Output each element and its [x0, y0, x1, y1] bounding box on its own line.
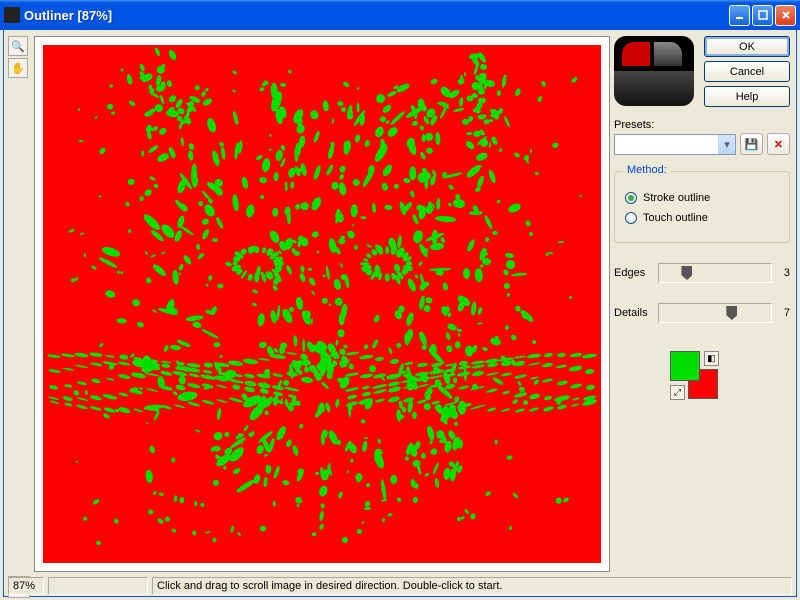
tool-strip: 🔍 ✋: [8, 36, 30, 80]
touch-outline-radio[interactable]: Touch outline: [625, 212, 779, 224]
status-cell-empty: [48, 577, 148, 595]
method-group: Method: Stroke outline Touch outline: [614, 171, 790, 243]
zoom-icon: 🔍: [11, 40, 25, 53]
hand-icon: ✋: [11, 62, 25, 75]
close-button[interactable]: [775, 5, 796, 26]
vendor-logo: [614, 36, 694, 106]
titlebar: Outliner [87%]: [0, 0, 800, 30]
default-colors-button[interactable]: ◧: [704, 351, 719, 366]
details-label: Details: [614, 307, 652, 319]
slider-thumb[interactable]: [726, 306, 737, 320]
status-bar: 87% Click and drag to scroll image in de…: [4, 576, 796, 596]
preview-panel: [34, 36, 610, 572]
color-picker: ◧ ⤢: [614, 351, 790, 411]
stroke-outline-radio[interactable]: Stroke outline: [625, 192, 779, 204]
save-icon: 💾: [745, 138, 759, 151]
hand-tool[interactable]: ✋: [8, 58, 28, 78]
preview-canvas[interactable]: [43, 45, 601, 563]
touch-outline-label: Touch outline: [643, 212, 708, 224]
default-icon: ◧: [707, 353, 716, 364]
presets-label: Presets:: [614, 119, 790, 131]
foreground-color-swatch[interactable]: [670, 351, 700, 381]
window-title: Outliner [87%]: [24, 8, 729, 23]
stroke-outline-label: Stroke outline: [643, 192, 710, 204]
method-title: Method:: [623, 164, 671, 176]
delete-icon: ✕: [774, 138, 783, 151]
zoom-status: 87%: [8, 577, 44, 595]
details-slider[interactable]: [658, 303, 772, 323]
slider-thumb[interactable]: [681, 266, 692, 280]
edges-slider[interactable]: [658, 263, 772, 283]
status-hint: Click and drag to scroll image in desire…: [152, 577, 792, 595]
delete-preset-button[interactable]: ✕: [767, 133, 790, 155]
help-button[interactable]: Help: [704, 86, 790, 107]
edges-value: 3: [778, 267, 790, 279]
swap-colors-button[interactable]: ⤢: [670, 385, 685, 400]
content-area: 🔍 ✋ OK Cancel Help Presets: ▾ 💾: [3, 30, 797, 597]
cancel-button[interactable]: Cancel: [704, 61, 790, 82]
swap-icon: ⤢: [674, 387, 681, 398]
radio-icon: [625, 212, 637, 224]
edges-label: Edges: [614, 267, 652, 279]
minimize-button[interactable]: [729, 5, 750, 26]
zoom-tool[interactable]: 🔍: [8, 36, 28, 56]
details-value: 7: [778, 307, 790, 319]
chevron-down-icon: ▾: [718, 135, 735, 154]
radio-icon: [625, 192, 637, 204]
save-preset-button[interactable]: 💾: [740, 133, 763, 155]
ok-button[interactable]: OK: [704, 36, 790, 57]
maximize-button[interactable]: [752, 5, 773, 26]
presets-dropdown[interactable]: ▾: [614, 134, 736, 155]
app-icon: [4, 7, 20, 23]
controls-panel: OK Cancel Help Presets: ▾ 💾 ✕ Method:: [614, 36, 790, 411]
